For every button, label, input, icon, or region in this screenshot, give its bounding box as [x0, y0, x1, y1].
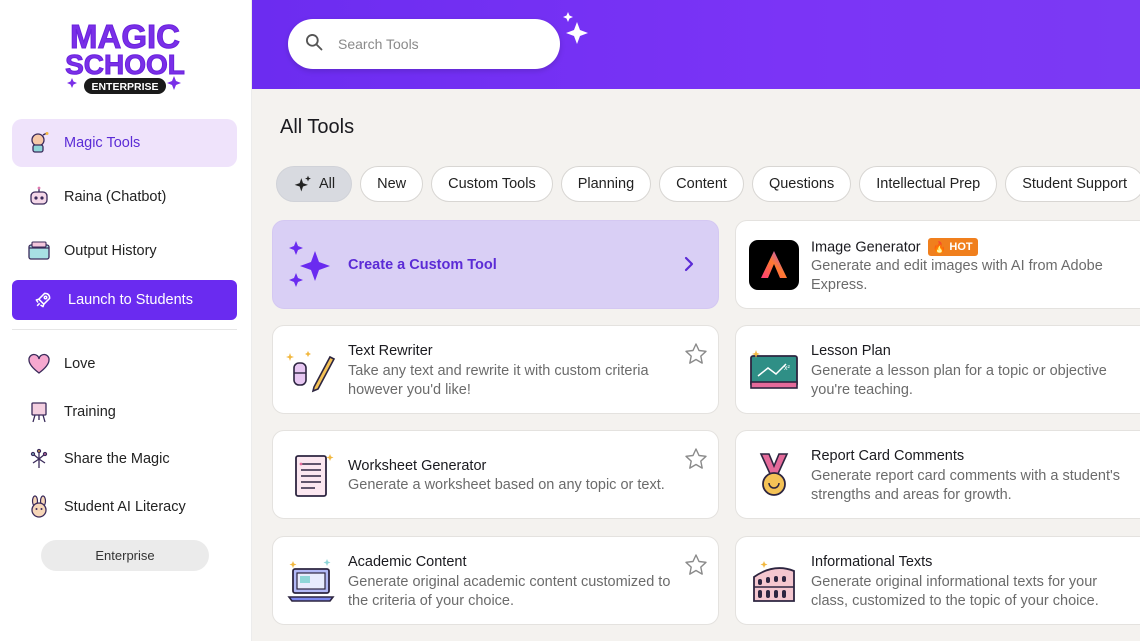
filter-chip-questions[interactable]: Questions [751, 166, 852, 202]
tool-description: Generate original academic content custo… [348, 574, 671, 609]
laptop-icon [285, 555, 337, 607]
tool-title: Image Generator 🔥 HOT [811, 238, 978, 256]
sidebar-item-label: Magic Tools [64, 135, 141, 151]
sidebar-item-label: Share the Magic [64, 451, 170, 467]
tool-card-informational-texts[interactable]: Informational Texts Generate original in… [735, 536, 1140, 625]
svg-text:x²: x² [784, 365, 791, 372]
svg-text:SCHOOL: SCHOOL [65, 49, 185, 80]
sidebar-item-label: Training [64, 404, 116, 420]
tool-card-text-rewriter[interactable]: Text Rewriter Take any text and rewrite … [272, 325, 719, 414]
tool-description: Generate a worksheet based on any topic … [348, 477, 665, 493]
magic-tools-icon [26, 130, 52, 156]
tool-card-report-card-comments[interactable]: Report Card Comments Generate report car… [735, 430, 1140, 519]
create-custom-tool-card[interactable]: Create a Custom Tool [272, 220, 719, 309]
filter-chip-planning[interactable]: Planning [560, 166, 652, 202]
easel-icon [26, 399, 52, 425]
heart-icon [26, 351, 52, 377]
star-icon[interactable] [684, 342, 708, 371]
tool-card-image-generator[interactable]: Image Generator 🔥 HOT Generate and edit i… [735, 220, 1140, 309]
sidebar-item-training[interactable]: Training [12, 388, 237, 436]
star-icon[interactable] [684, 553, 708, 582]
chevron-right-icon [682, 256, 696, 277]
robot-icon [26, 184, 52, 210]
filter-bar: All New Custom Tools Planning Content Qu… [276, 166, 1140, 202]
filter-chip-content[interactable]: Content [659, 166, 744, 202]
tool-description: Generate report card comments with a stu… [811, 468, 1121, 503]
sidebar-item-share-the-magic[interactable]: Share the Magic [12, 435, 237, 483]
hot-badge-label: HOT [949, 241, 973, 253]
chalkboard-icon: x² [748, 344, 800, 396]
tool-description: Generate original informational texts fo… [811, 574, 1099, 609]
tool-title: Academic Content [348, 554, 467, 570]
sidebar-item-label: Output History [64, 243, 157, 259]
worksheet-icon [285, 449, 337, 501]
rocket-icon [30, 287, 56, 313]
search-input[interactable] [338, 36, 538, 52]
filter-chip-new[interactable]: New [360, 166, 424, 202]
sidebar-divider [12, 329, 237, 330]
filter-chip-all[interactable]: All [276, 166, 353, 202]
firework-icon [26, 446, 52, 472]
pencil-eraser-icon [285, 344, 337, 396]
tool-card-worksheet-generator[interactable]: Worksheet Generator Generate a worksheet… [272, 430, 719, 519]
sidebar-item-launch-to-students[interactable]: Launch to Students [12, 280, 237, 320]
sidebar-item-love[interactable]: Love [12, 340, 237, 388]
search-icon [304, 32, 324, 57]
sparkle-icon [563, 12, 588, 44]
sidebar-item-label: Launch to Students [68, 292, 193, 308]
tool-description: Take any text and rewrite it with custom… [348, 363, 649, 398]
filter-chip-intellectual-prep[interactable]: Intellectual Prep [859, 166, 998, 202]
page-title: All Tools [280, 116, 355, 138]
tool-title-text: Image Generator [811, 239, 921, 256]
tool-title: Text Rewriter [348, 343, 433, 359]
history-folder-icon [26, 238, 52, 264]
adobe-express-icon [748, 239, 800, 291]
sparkle-icon [293, 174, 313, 194]
sidebar-item-output-history[interactable]: Output History [12, 227, 237, 275]
top-header [252, 0, 1140, 89]
tool-title: Report Card Comments [811, 448, 965, 464]
colosseum-icon [748, 555, 800, 607]
tool-description: Generate and edit images with AI from Ad… [811, 258, 1103, 293]
sidebar-item-label: Student AI Literacy [64, 499, 186, 515]
tool-description: Generate a lesson plan for a topic or ob… [811, 363, 1107, 398]
sidebar-item-student-ai-literacy[interactable]: Student AI Literacy [12, 483, 237, 531]
filter-chip-label: All [319, 176, 336, 192]
tool-card-academic-content[interactable]: Academic Content Generate original acade… [272, 536, 719, 625]
sparkles-icon [285, 237, 337, 289]
filter-chip-student-support[interactable]: Student Support [1005, 166, 1140, 202]
hot-badge: 🔥 HOT [927, 238, 978, 256]
app: MAGIC SCHOOL ENTERPRISE Magic Tools Rain… [0, 0, 1140, 641]
tool-title: Worksheet Generator [348, 458, 487, 474]
medal-icon [748, 449, 800, 501]
enterprise-button[interactable]: Enterprise [41, 540, 209, 571]
tool-title: Lesson Plan [811, 343, 891, 359]
sidebar-item-raina-chatbot[interactable]: Raina (Chatbot) [12, 173, 237, 221]
svg-text:ENTERPRISE: ENTERPRISE [91, 81, 158, 93]
sidebar-item-label: Raina (Chatbot) [64, 189, 167, 205]
star-icon[interactable] [684, 447, 708, 476]
tool-card-lesson-plan[interactable]: x² Lesson Plan Generate a lesson plan fo… [735, 325, 1140, 414]
sidebar-item-magic-tools[interactable]: Magic Tools [12, 119, 237, 167]
magic-school-logo[interactable]: MAGIC SCHOOL ENTERPRISE [62, 14, 188, 100]
tool-title: Informational Texts [811, 554, 933, 570]
bunny-icon [26, 494, 52, 520]
filter-chip-custom-tools[interactable]: Custom Tools [431, 166, 553, 202]
sidebar-item-label: Love [64, 356, 96, 372]
create-custom-tool-label: Create a Custom Tool [348, 257, 497, 273]
sidebar: MAGIC SCHOOL ENTERPRISE Magic Tools Rain… [0, 0, 252, 641]
search-bar[interactable] [288, 19, 560, 69]
